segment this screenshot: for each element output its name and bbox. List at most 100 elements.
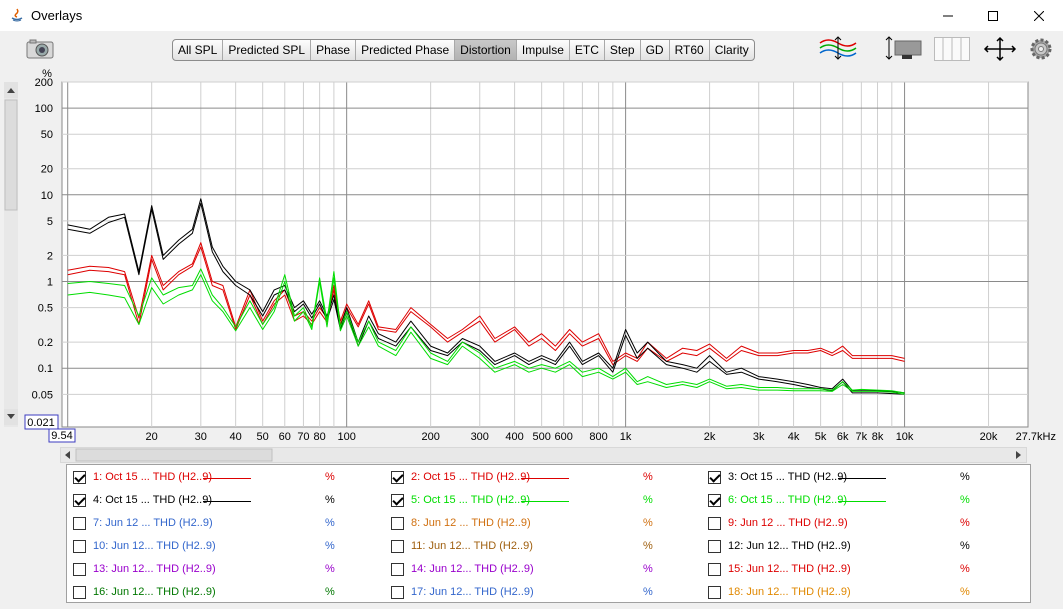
legend-unit: % (960, 540, 970, 552)
x-tick-label: 600 (555, 431, 573, 443)
legend-label: 13: Jun 12... THD (H2..9) (93, 563, 216, 575)
legend-label: 6: Oct 15 ... THD (H2..9) (728, 494, 847, 506)
legend-unit: % (643, 517, 653, 529)
legend-line-sample (521, 478, 569, 479)
legend-label: 2: Oct 15 ... THD (H2..9) (411, 471, 530, 483)
x-tick-label: 70 (297, 431, 309, 443)
legend-item: 1: Oct 15 ... THD (H2..9)% (73, 470, 373, 486)
legend-checkbox[interactable] (708, 563, 721, 576)
legend-item: 17: Jun 12... THD (H2..9)% (391, 585, 691, 601)
legend-unit: % (960, 517, 970, 529)
legend-checkbox[interactable] (73, 563, 86, 576)
legend-line-sample (838, 501, 886, 502)
legend-checkbox[interactable] (708, 517, 721, 530)
legend-line-sample (838, 478, 886, 479)
legend-line-sample (203, 501, 251, 502)
x-tick-label: 20 (146, 431, 158, 443)
x-tick-label: 50 (257, 431, 269, 443)
x-tick-label: 30 (195, 431, 207, 443)
y-tick-label: 0.05 (32, 389, 53, 401)
x-tick-label: 300 (471, 431, 489, 443)
legend-item: 8: Jun 12 ... THD (H2..9)% (391, 516, 691, 532)
y-tick-label: 50 (41, 129, 53, 141)
y-axis: 2001005020105210.50.20.10.05 (32, 77, 53, 401)
legend-unit: % (325, 540, 335, 552)
x-tick-label: 3k (753, 431, 765, 443)
legend-unit: % (643, 494, 653, 506)
x-tick-label: 60 (279, 431, 291, 443)
x-tick-label: 2k (704, 431, 716, 443)
legend-item: 11: Jun 12... THD (H2..9)% (391, 539, 691, 555)
legend-checkbox[interactable] (391, 586, 404, 599)
legend-item: 2: Oct 15 ... THD (H2..9)% (391, 470, 691, 486)
x-tick-label: 4k (788, 431, 800, 443)
y-tick-label: 1 (47, 277, 53, 289)
legend-item: 6: Oct 15 ... THD (H2..9)% (708, 493, 1008, 509)
legend-item: 3: Oct 15 ... THD (H2..9)% (708, 470, 1008, 486)
legend-unit: % (325, 471, 335, 483)
legend-label: 14: Jun 12... THD (H2..9) (411, 563, 534, 575)
x-tick-label: 5k (815, 431, 827, 443)
legend-unit: % (643, 540, 653, 552)
legend-item: 16: Jun 12... THD (H2..9)% (73, 585, 373, 601)
horizontal-scrollbar[interactable] (60, 447, 1027, 463)
y-tick-label: 100 (35, 103, 53, 115)
legend-checkbox[interactable] (391, 517, 404, 530)
legend-checkbox[interactable] (73, 586, 86, 599)
x-min-label: 9.54 (51, 430, 72, 442)
legend-checkbox[interactable] (73, 471, 86, 484)
legend-checkbox[interactable] (708, 494, 721, 507)
legend-checkbox[interactable] (391, 540, 404, 553)
distortion-chart[interactable]: 200 100 50 20 10 5 2 1 0.5 0.2 0.1 0.05 20 30 40 50 60 7… (0, 0, 1063, 470)
legend-unit: % (325, 494, 335, 506)
legend-unit: % (960, 586, 970, 598)
y-tick-label: 10 (41, 190, 53, 202)
legend-checkbox[interactable] (708, 471, 721, 484)
legend-checkbox[interactable] (391, 471, 404, 484)
legend-checkbox[interactable] (73, 540, 86, 553)
x-tick-label: 400 (505, 431, 523, 443)
x-tick-label: 20k (980, 431, 998, 443)
legend-unit: % (325, 563, 335, 575)
legend-unit: % (960, 563, 970, 575)
legend-unit: % (325, 586, 335, 598)
legend-unit: % (643, 586, 653, 598)
legend-line-sample (203, 478, 251, 479)
legend-item: 10: Jun 12... THD (H2..9)% (73, 539, 373, 555)
legend-unit: % (960, 494, 970, 506)
legend-label: 15: Jun 12... THD (H2..9) (728, 563, 851, 575)
y-tick-label: 5 (47, 216, 53, 228)
overlay-legend: 1: Oct 15 ... THD (H2..9)% 2: Oct 15 ... … (66, 464, 1031, 603)
y-tick-label: 0.2 (38, 337, 53, 349)
legend-checkbox[interactable] (73, 517, 86, 530)
x-tick-label: 800 (589, 431, 607, 443)
legend-label: 11: Jun 12... THD (H2..9) (411, 540, 533, 552)
horizontal-scrollbar-graphics (65, 448, 1021, 462)
y-tick-label: 0.1 (38, 363, 53, 375)
x-tick-label: 500 (532, 431, 550, 443)
legend-unit: % (325, 517, 335, 529)
x-tick-label: 1k (620, 431, 632, 443)
x-tick-label: 80 (314, 431, 326, 443)
legend-label: 18: Jun 12... THD (H2..9) (728, 586, 851, 598)
x-tick-label: 100 (337, 431, 355, 443)
legend-checkbox[interactable] (73, 494, 86, 507)
scroll-right-icon (1016, 451, 1021, 459)
legend-label: 4: Oct 15 ... THD (H2..9) (93, 494, 212, 506)
y-tick-label: 20 (41, 164, 53, 176)
legend-checkbox[interactable] (391, 494, 404, 507)
legend-item: 14: Jun 12... THD (H2..9)% (391, 562, 691, 578)
x-tick-label: 7k (856, 431, 868, 443)
legend-unit: % (643, 563, 653, 575)
scroll-left-icon (65, 451, 70, 459)
x-tick-label: 40 (230, 431, 242, 443)
legend-checkbox[interactable] (708, 586, 721, 599)
y-axis-unit: % (42, 68, 52, 80)
legend-label: 17: Jun 12... THD (H2..9) (411, 586, 534, 598)
legend-checkbox[interactable] (708, 540, 721, 553)
legend-item: 12: Jun 12... THD (H2..9)% (708, 539, 1008, 555)
legend-label: 16: Jun 12... THD (H2..9) (93, 586, 216, 598)
legend-unit: % (643, 471, 653, 483)
legend-checkbox[interactable] (391, 563, 404, 576)
legend-label: 7: Jun 12 ... THD (H2..9) (93, 517, 213, 529)
